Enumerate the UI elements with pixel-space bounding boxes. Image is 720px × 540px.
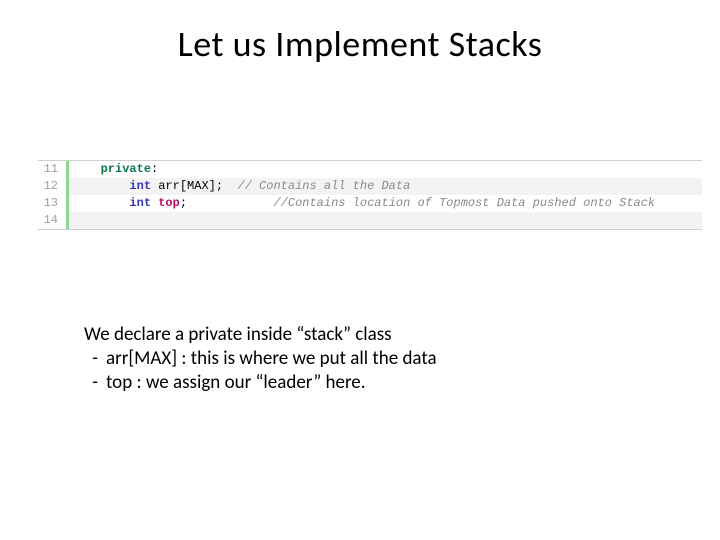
code-content: int arr[MAX]; // Contains all the Data [69,178,410,195]
explain-bullet: top : we assign our “leader” here. [84,371,660,395]
line-number: 12 [38,178,66,195]
code-block: 11 private:12 int arr[MAX]; // Contains … [38,160,702,230]
code-content: int top; //Contains location of Topmost … [69,195,655,212]
explain-bullet: arr[MAX] : this is where we put all the … [84,347,660,371]
explain-bullets: arr[MAX] : this is where we put all the … [84,347,660,395]
explanation: We declare a private inside “stack” clas… [84,323,660,394]
line-number: 11 [38,161,66,178]
gutter-marker [66,212,69,229]
line-number: 13 [38,195,66,212]
slide-title: Let us Implement Stacks [0,0,720,66]
code-line: 11 private: [38,161,702,178]
code-content: private: [69,161,158,178]
code-line: 14 [38,212,702,229]
code-line: 12 int arr[MAX]; // Contains all the Dat… [38,178,702,195]
explain-intro: We declare a private inside “stack” clas… [84,323,660,347]
code-line: 13 int top; //Contains location of Topmo… [38,195,702,212]
line-number: 14 [38,212,66,229]
